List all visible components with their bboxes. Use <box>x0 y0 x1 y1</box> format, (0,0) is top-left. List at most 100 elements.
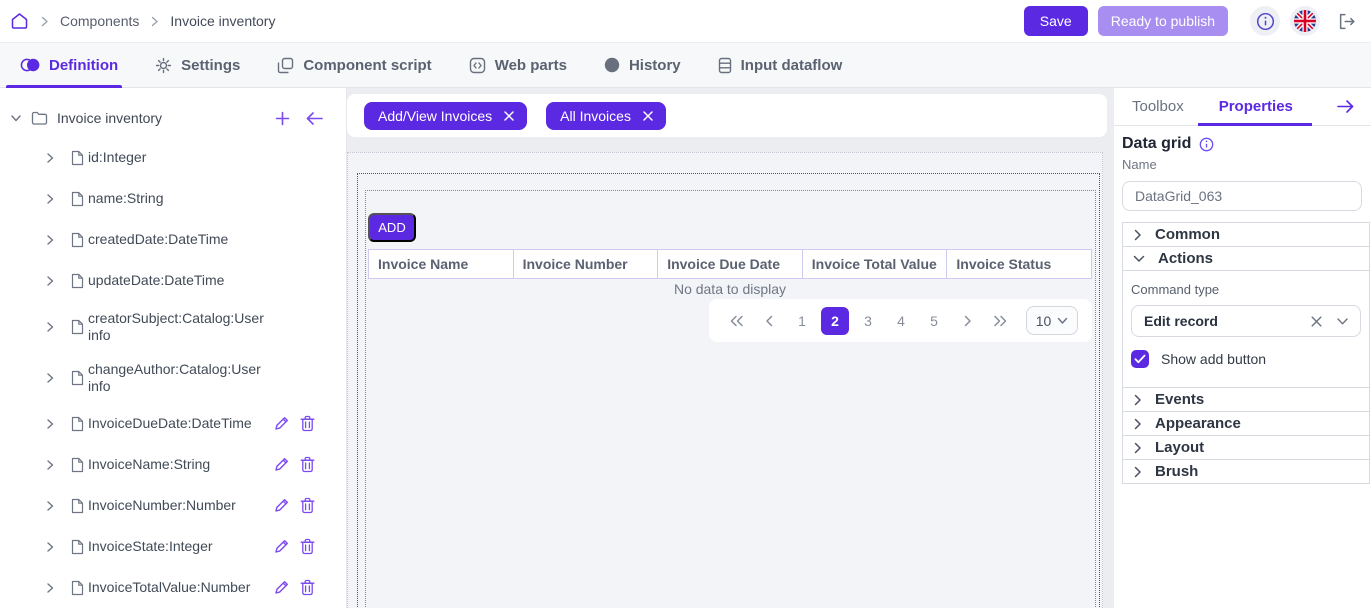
section-header-brush[interactable]: Brush <box>1123 460 1369 483</box>
logout-button[interactable] <box>1338 13 1357 30</box>
tree-item-creatorSubject[interactable]: creatorSubject:Catalog:User info <box>0 301 346 352</box>
tree-item-createdDate[interactable]: createdDate:DateTime <box>0 219 346 260</box>
tab-component-script[interactable]: Component script <box>277 43 431 88</box>
tree-item-label: createdDate:DateTime <box>88 231 228 248</box>
save-button[interactable]: Save <box>1024 6 1088 36</box>
chevron-right-icon[interactable] <box>45 418 55 430</box>
add-column-button[interactable] <box>275 111 290 126</box>
code-icon <box>469 57 486 74</box>
close-icon[interactable] <box>642 110 654 122</box>
edit-column-button[interactable] <box>273 497 290 514</box>
grid-add-button[interactable]: ADD <box>368 213 416 242</box>
chip-label: Add/View Invoices <box>378 108 492 124</box>
canvas-outer-container[interactable]: ADD Invoice Name Invoice Number Invoice … <box>347 152 1103 608</box>
last-page-button[interactable] <box>986 307 1014 335</box>
close-icon[interactable] <box>503 110 515 122</box>
info-button[interactable] <box>1250 6 1280 36</box>
tab-history[interactable]: History <box>604 43 681 88</box>
edit-column-button[interactable] <box>273 538 290 555</box>
open-dropdown-button[interactable] <box>1336 317 1349 326</box>
delete-column-button[interactable] <box>300 415 315 432</box>
grid-column-invoice-total-value[interactable]: Invoice Total Value <box>802 250 947 278</box>
page-button-4[interactable]: 4 <box>887 307 915 335</box>
tab-label: Component script <box>303 57 431 74</box>
tab-properties[interactable]: Properties <box>1219 88 1293 125</box>
section-header-common[interactable]: Common <box>1123 223 1369 246</box>
panel-title: Data grid <box>1122 135 1191 153</box>
chevron-right-icon[interactable] <box>45 500 55 512</box>
tree-item-InvoiceState[interactable]: InvoiceState:Integer <box>0 526 346 567</box>
tree-item-updateDate[interactable]: updateDate:DateTime <box>0 260 346 301</box>
section-header-appearance[interactable]: Appearance <box>1123 412 1369 435</box>
breadcrumb-components[interactable]: Components <box>60 13 139 29</box>
info-icon[interactable] <box>1199 137 1214 152</box>
clear-selection-button[interactable] <box>1310 315 1323 328</box>
tree-item-InvoiceTotalValue[interactable]: InvoiceTotalValue:Number <box>0 567 346 608</box>
prev-page-button[interactable] <box>755 307 783 335</box>
chevron-right-icon[interactable] <box>45 193 55 205</box>
page-button-1[interactable]: 1 <box>788 307 816 335</box>
chevron-down-icon[interactable] <box>10 112 22 124</box>
grid-column-invoice-name[interactable]: Invoice Name <box>369 250 513 278</box>
arrow-left-icon <box>305 111 324 126</box>
section-label: Brush <box>1155 463 1198 480</box>
grid-header-row: Invoice Name Invoice Number Invoice Due … <box>368 249 1092 279</box>
edit-column-button[interactable] <box>273 415 290 432</box>
tree-root-row[interactable]: Invoice inventory <box>0 103 346 133</box>
tree-item-InvoiceName[interactable]: InvoiceName:String <box>0 444 346 485</box>
chevron-right-icon[interactable] <box>45 459 55 471</box>
page-button-5[interactable]: 5 <box>920 307 948 335</box>
language-button[interactable] <box>1290 6 1320 36</box>
edit-column-button[interactable] <box>273 456 290 473</box>
section-header-layout[interactable]: Layout <box>1123 436 1369 459</box>
chevron-right-icon[interactable] <box>45 372 55 384</box>
chevron-right-icon[interactable] <box>45 152 55 164</box>
show-add-button-checkbox[interactable] <box>1131 350 1149 368</box>
chip-add-view-invoices[interactable]: Add/View Invoices <box>364 102 527 130</box>
tree-item-id[interactable]: id:Integer <box>0 137 346 178</box>
first-page-button[interactable] <box>722 307 750 335</box>
chevron-right-icon[interactable] <box>45 541 55 553</box>
chip-all-invoices[interactable]: All Invoices <box>546 102 666 130</box>
section-header-actions[interactable]: Actions <box>1123 247 1369 270</box>
edit-column-button[interactable] <box>273 579 290 596</box>
datagrid-widget[interactable]: ADD Invoice Name Invoice Number Invoice … <box>365 190 1096 608</box>
page-size-select[interactable]: 10 <box>1026 306 1078 335</box>
dataflow-icon <box>718 57 732 74</box>
section-label: Common <box>1155 226 1220 243</box>
invoice-data-grid: Invoice Name Invoice Number Invoice Due … <box>368 249 1092 298</box>
tree-item-name[interactable]: name:String <box>0 178 346 219</box>
ready-to-publish-button[interactable]: Ready to publish <box>1098 6 1228 36</box>
tree-item-InvoiceNumber[interactable]: InvoiceNumber:Number <box>0 485 346 526</box>
tab-definition[interactable]: Definition <box>20 43 118 88</box>
delete-column-button[interactable] <box>300 538 315 555</box>
tab-toolbox[interactable]: Toolbox <box>1132 88 1184 125</box>
chevron-right-icon[interactable] <box>45 582 55 594</box>
command-type-select[interactable]: Edit record <box>1131 305 1361 337</box>
name-input[interactable] <box>1122 181 1362 211</box>
tab-input-dataflow[interactable]: Input dataflow <box>718 43 843 88</box>
section-events: Events <box>1122 387 1370 412</box>
delete-column-button[interactable] <box>300 579 315 596</box>
page-button-2-active[interactable]: 2 <box>821 307 849 335</box>
tab-settings[interactable]: Settings <box>155 43 240 88</box>
tree-item-changeAuthor[interactable]: changeAuthor:Catalog:User info <box>0 352 346 403</box>
chevron-right-icon[interactable] <box>45 275 55 287</box>
section-header-events[interactable]: Events <box>1123 388 1369 411</box>
tree-item-InvoiceDueDate[interactable]: InvoiceDueDate:DateTime <box>0 403 346 444</box>
home-button[interactable] <box>10 12 29 30</box>
tab-web-parts[interactable]: Web parts <box>469 43 567 88</box>
chevron-right-icon[interactable] <box>45 321 55 333</box>
grid-column-invoice-due-date[interactable]: Invoice Due Date <box>657 250 802 278</box>
chevron-right-icon[interactable] <box>45 234 55 246</box>
grid-column-invoice-number[interactable]: Invoice Number <box>513 250 658 278</box>
grid-column-invoice-status[interactable]: Invoice Status <box>946 250 1091 278</box>
delete-column-button[interactable] <box>300 497 315 514</box>
delete-column-button[interactable] <box>300 456 315 473</box>
show-add-button-label[interactable]: Show add button <box>1161 351 1266 367</box>
page-button-3[interactable]: 3 <box>854 307 882 335</box>
next-page-button[interactable] <box>953 307 981 335</box>
collapse-sidebar-button[interactable] <box>305 111 324 126</box>
collapse-panel-button[interactable] <box>1336 99 1355 114</box>
canvas-selected-region[interactable]: ADD Invoice Name Invoice Number Invoice … <box>357 173 1100 608</box>
